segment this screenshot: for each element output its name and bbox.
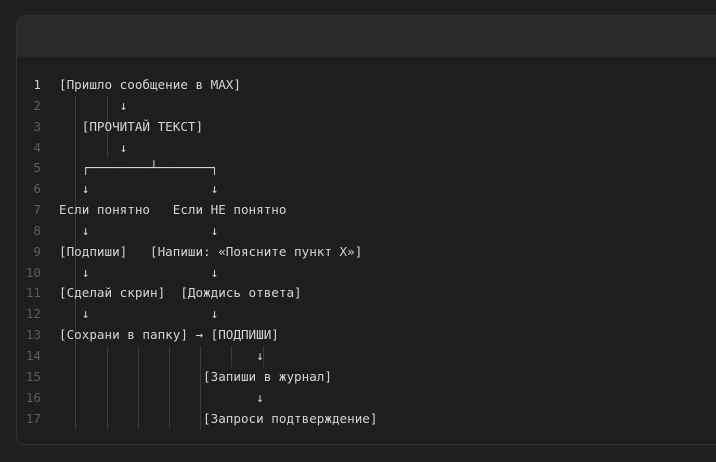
- code-line[interactable]: 11 [Сделай скрин] [Дождись ответа]: [17, 283, 716, 304]
- code-text: ┌────────┴───────┐: [59, 160, 219, 176]
- line-number: 3: [33, 118, 41, 134]
- line-number: 1: [33, 77, 41, 92]
- code-text: [Запиши в журнал]: [59, 368, 332, 384]
- code-line[interactable]: 9 [Подпиши] [Напиши: «Поясните пункт X»]: [17, 242, 716, 263]
- code-line[interactable]: 5 ┌────────┴───────┐: [17, 158, 716, 179]
- code-line[interactable]: 12 ↓ ↓: [17, 304, 716, 325]
- code-text: ↓ ↓: [59, 181, 219, 197]
- code-text: ↓: [59, 139, 128, 155]
- line-number: 11: [25, 285, 41, 301]
- line-number: 10: [25, 264, 41, 280]
- code-block: 1 [Пришло сообщение в MAX] 2 ↓ 3 [ПРОЧИТАЙ …: [16, 15, 716, 445]
- code-text: ↓ ↓: [59, 264, 219, 280]
- code-text: ↓ ↓: [59, 306, 219, 322]
- code-text: ↓: [59, 389, 264, 405]
- code-line[interactable]: 7 Если понятно Если НЕ понятно: [17, 200, 716, 221]
- code-line[interactable]: 14 ↓: [17, 346, 716, 367]
- line-number: 9: [33, 243, 41, 259]
- code-text: [Пришло сообщение в MAX]: [59, 77, 241, 92]
- code-text: ↓: [59, 97, 128, 113]
- code-text: [Сделай скрин] [Дождись ответа]: [59, 285, 302, 301]
- line-number: 8: [33, 222, 41, 238]
- code-text: [Подпиши] [Напиши: «Поясните пункт X»]: [59, 243, 363, 259]
- code-text: [Сохрани в папку] → [ПОДПИШИ]: [59, 327, 279, 343]
- code-text: [Запроси подтверждение]: [59, 410, 378, 426]
- code-line[interactable]: 15 [Запиши в журнал]: [17, 367, 716, 388]
- code-line[interactable]: 2 ↓: [17, 96, 716, 117]
- line-number: 4: [33, 139, 41, 155]
- code-line[interactable]: 13 [Сохрани в папку] → [ПОДПИШИ]: [17, 325, 716, 346]
- line-number: 12: [25, 306, 41, 322]
- code-text: ↓ ↓: [59, 222, 219, 238]
- line-number: 7: [33, 202, 41, 218]
- code-line[interactable]: 4 ↓: [17, 138, 716, 159]
- line-number: 15: [25, 368, 41, 384]
- line-number: 16: [25, 389, 41, 405]
- code-line[interactable]: 17 [Запроси подтверждение]: [17, 409, 716, 430]
- code-editor[interactable]: 1 [Пришло сообщение в MAX] 2 ↓ 3 [ПРОЧИТАЙ …: [17, 57, 716, 430]
- line-number: 14: [25, 347, 41, 363]
- line-number: 13: [25, 327, 41, 343]
- code-line[interactable]: 3 [ПРОЧИТАЙ ТЕКСТ]: [17, 117, 716, 138]
- code-line[interactable]: 6 ↓ ↓: [17, 179, 716, 200]
- code-line[interactable]: 16 ↓: [17, 388, 716, 409]
- code-line[interactable]: 10 ↓ ↓: [17, 263, 716, 284]
- code-line[interactable]: 8 ↓ ↓: [17, 221, 716, 242]
- code-block-header: [17, 16, 716, 57]
- line-number: 17: [25, 410, 41, 426]
- code-line[interactable]: 1 [Пришло сообщение в MAX]: [17, 75, 716, 96]
- line-number: 2: [33, 97, 41, 113]
- code-text: ↓: [59, 347, 264, 363]
- code-text: Если понятно Если НЕ понятно: [59, 202, 287, 218]
- code-text: [ПРОЧИТАЙ ТЕКСТ]: [59, 118, 204, 134]
- line-number: 5: [33, 160, 41, 176]
- line-number: 6: [33, 181, 41, 197]
